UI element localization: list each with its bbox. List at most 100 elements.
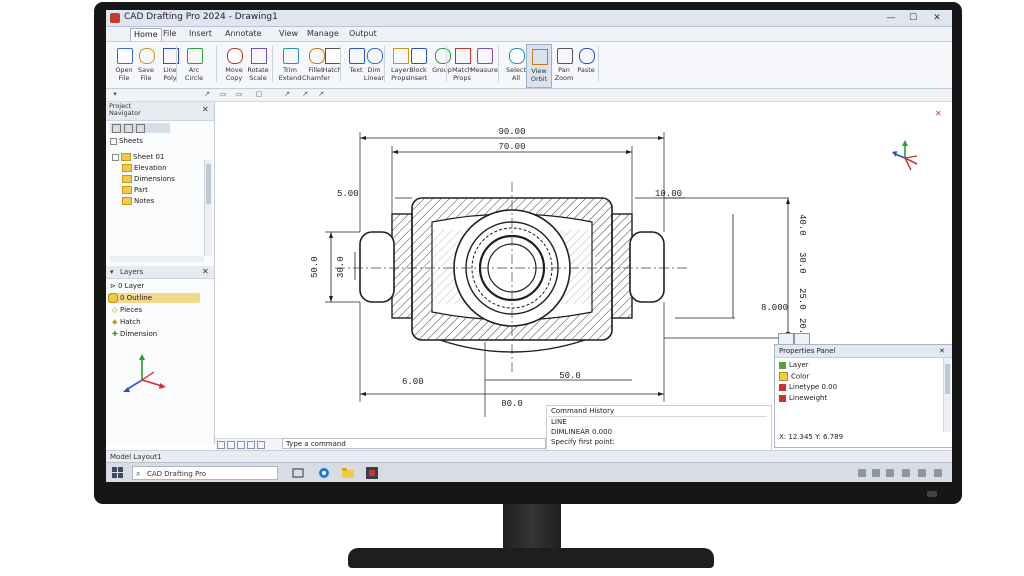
tree-item[interactable]: Dimensions xyxy=(122,174,175,184)
tab-annotate[interactable]: Annotate xyxy=(222,28,265,40)
ribbon-button-label: Measure xyxy=(470,66,498,74)
properties-panel-title: Properties Panel xyxy=(779,347,836,355)
right-boss xyxy=(629,231,665,303)
title-bar: CAD Drafting Pro 2024 - Drawing1 — ☐ ✕ xyxy=(106,10,952,27)
dimension-icon xyxy=(367,48,383,64)
monitor-stand-base xyxy=(348,548,714,568)
tab-file[interactable]: File xyxy=(160,28,179,40)
close-icon[interactable]: ✕ xyxy=(939,345,945,357)
tray-icon[interactable] xyxy=(872,469,880,477)
tree-root[interactable]: Sheets xyxy=(110,136,143,146)
frame-icon[interactable]: ▢ xyxy=(254,90,264,99)
task-view-icon[interactable] xyxy=(292,467,304,479)
close-icon[interactable]: ✕ xyxy=(202,105,209,114)
polar-icon[interactable] xyxy=(247,441,255,449)
ribbon-tab-bar: Home File Insert Annotate View Manage Ou… xyxy=(106,27,952,42)
tab-home[interactable]: Home xyxy=(130,28,162,41)
measure-icon xyxy=(477,48,493,64)
tree-hscrollbar[interactable] xyxy=(110,256,204,262)
layer-row[interactable]: ✚ Dimension xyxy=(112,329,157,339)
color-swatch-icon xyxy=(779,383,786,391)
maximize-button[interactable]: ☐ xyxy=(906,12,920,24)
view-icon[interactable] xyxy=(112,124,121,133)
command-input[interactable]: Type a command xyxy=(282,438,546,449)
tree-item[interactable]: Part xyxy=(122,185,148,195)
tab-manage[interactable]: Manage xyxy=(304,28,342,40)
close-icon[interactable]: ✕ xyxy=(202,267,209,276)
start-icon[interactable] xyxy=(112,467,124,479)
monitor-stand-neck xyxy=(503,504,561,550)
tray-icon[interactable] xyxy=(858,469,866,477)
view-icon[interactable] xyxy=(124,124,133,133)
stage: CAD Drafting Pro 2024 - Drawing1 — ☐ ✕ H… xyxy=(0,0,1024,576)
tree-scrollbar[interactable] xyxy=(204,160,212,256)
ribbon-button-label: Arc Circle xyxy=(184,66,204,82)
dropdown-icon[interactable]: ▾ xyxy=(110,90,120,99)
property-row[interactable]: Lineweight xyxy=(779,394,827,402)
expand-icon[interactable] xyxy=(112,153,119,161)
arrow-icon[interactable]: ↗ xyxy=(282,90,292,99)
folder-icon xyxy=(121,153,131,161)
snap-icon[interactable] xyxy=(227,441,235,449)
dim-left-v1: 50.0 xyxy=(310,256,320,278)
tab-output[interactable]: Output xyxy=(346,28,380,40)
ribbon-button-rotate[interactable]: Rotate Scale xyxy=(246,44,270,86)
minimize-button[interactable]: — xyxy=(884,12,898,24)
hatch-icon xyxy=(325,48,341,64)
tab-insert[interactable]: Insert xyxy=(186,28,215,40)
layer-row-selected[interactable]: 0 Outline xyxy=(108,293,200,303)
dim-overall-top: 90.00 xyxy=(498,127,525,137)
property-row[interactable]: Layer xyxy=(779,361,809,369)
tray-icon[interactable] xyxy=(886,469,894,477)
tray-icon[interactable] xyxy=(918,469,926,477)
ribbon-button-measure[interactable]: Measure xyxy=(470,44,498,86)
grid-icon[interactable] xyxy=(217,441,225,449)
layer-row[interactable]: ◆ Hatch xyxy=(112,317,141,327)
cad-app-icon[interactable] xyxy=(366,467,378,479)
ribbon-button-arc[interactable]: Arc Circle xyxy=(182,44,206,86)
tray-icon[interactable] xyxy=(902,469,910,477)
project-navigator-header: Project Navigator ✕ xyxy=(106,102,214,121)
properties-scrollbar[interactable] xyxy=(943,358,951,432)
layer-row[interactable]: ⊳ 0 Layer xyxy=(110,281,144,291)
browser-icon[interactable] xyxy=(318,467,330,479)
close-icon[interactable]: ✕ xyxy=(935,109,942,118)
osnap-icon[interactable] xyxy=(257,441,265,449)
command-line: DIMLINEAR 0.000 xyxy=(551,428,613,436)
property-row[interactable]: Linetype 0.00 xyxy=(779,383,837,391)
tree-item[interactable]: Notes xyxy=(122,196,154,206)
ribbon-button-dimension[interactable]: Dim Linear xyxy=(362,44,386,86)
panel-toolbar xyxy=(110,123,170,133)
tree-item[interactable]: Sheet 01 xyxy=(112,152,164,162)
view-icon[interactable] xyxy=(136,124,145,133)
box-icon[interactable]: ▭ xyxy=(218,90,228,99)
view-axis-icon[interactable] xyxy=(892,140,918,171)
ribbon-button-paste[interactable]: Paste xyxy=(574,44,598,86)
color-swatch-icon xyxy=(779,361,786,369)
ribbon-button-match[interactable]: Match Props xyxy=(450,44,474,86)
box-icon[interactable]: ▭ xyxy=(234,90,244,99)
layer-row[interactable]: ◇ Pieces xyxy=(112,305,142,315)
ribbon-button-trim[interactable]: Trim Extend xyxy=(278,44,302,86)
notification-icon[interactable] xyxy=(934,469,942,477)
collapse-icon[interactable]: ▾ xyxy=(110,268,114,276)
monitor-power-indicator xyxy=(927,491,937,497)
tab-view[interactable]: View xyxy=(276,28,301,40)
file-explorer-icon[interactable] xyxy=(342,467,354,479)
orbit-icon xyxy=(532,49,548,65)
dim-right-v1: 40.0 xyxy=(797,214,807,236)
arrow-icon[interactable]: ↗ xyxy=(300,90,310,99)
close-button[interactable]: ✕ xyxy=(930,12,944,24)
arrow-icon[interactable]: ↗ xyxy=(202,90,212,99)
ortho-icon[interactable] xyxy=(237,441,245,449)
ribbon-separator xyxy=(598,46,599,82)
expand-icon[interactable] xyxy=(110,137,117,145)
taskbar-search[interactable]: ⌕ CAD Drafting Pro xyxy=(132,466,278,480)
arrow-icon[interactable]: ↗ xyxy=(316,90,326,99)
rotate-icon xyxy=(251,48,267,64)
ribbon-button-pan[interactable]: Pan Zoom xyxy=(552,44,576,86)
taskbar: ⌕ CAD Drafting Pro xyxy=(106,462,952,482)
tree-item[interactable]: Elevation xyxy=(122,163,167,173)
ribbon-button-block[interactable]: Block Insert xyxy=(406,44,430,86)
property-row[interactable]: Color xyxy=(779,372,809,381)
